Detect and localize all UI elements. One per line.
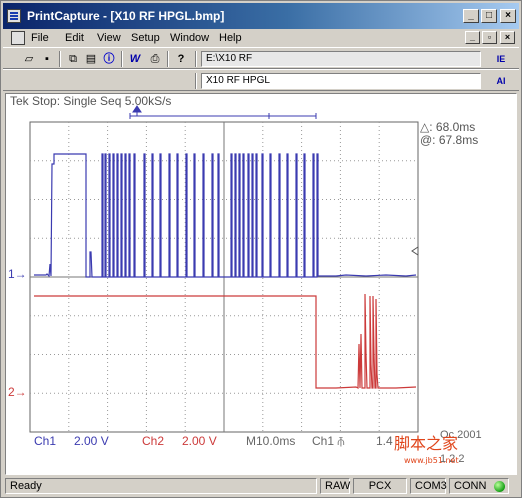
path-field[interactable]: E:\X10 RF — [201, 51, 481, 67]
status-connection: CONN — [449, 478, 509, 494]
toolbar-second-row: X10 RF HPGL AI — [3, 69, 519, 91]
status-connection-label: CONN — [454, 480, 487, 492]
copy-icon[interactable]: ⧉ — [65, 51, 81, 67]
menu-help[interactable]: Help — [219, 32, 242, 44]
status-ready: Ready — [5, 478, 317, 494]
channel-2-trace — [34, 293, 417, 389]
app-window: PrintCapture - [X10 RF HPGL.bmp] _ □ × F… — [0, 0, 522, 498]
cursor-delta-readout: △: 68.0ms — [420, 120, 475, 134]
info-icon[interactable]: ⓘ — [101, 51, 117, 67]
ch1-scale: 2.00 V — [74, 434, 109, 448]
menu-setup[interactable]: Setup — [131, 32, 160, 44]
status-bar: Ready RAW PCX COM3 CONN — [3, 477, 519, 497]
app-icon — [7, 9, 21, 23]
ie-icon[interactable]: IE — [493, 51, 509, 67]
help-icon[interactable]: ? — [173, 51, 189, 67]
toolbar-separator — [121, 51, 123, 67]
child-minimize-button[interactable]: _ — [465, 31, 480, 44]
channel-1-trace — [34, 153, 417, 278]
ai-icon[interactable]: AI — [493, 73, 509, 89]
connection-indicator-icon — [494, 481, 505, 492]
scope-icon[interactable]: W — [127, 51, 143, 67]
close-button[interactable]: × — [500, 9, 516, 23]
toolbar-separator — [167, 51, 169, 67]
scope-header: Tek Stop: Single Seq 5.00kS/s — [10, 94, 171, 108]
capture-view: Tek Stop: Single Seq 5.00kS/s 1→ 2→ △: 6… — [5, 93, 517, 475]
toolbar: ▱ ▪ ⧉ ▤ ⓘ W ⎙ ? E:\X10 RF IE — [3, 47, 519, 69]
trigger-level-readout: 1.4 — [376, 434, 393, 448]
timebase-readout: M10.0ms — [246, 434, 295, 448]
trigger-readout: Ch1 ⫚ — [312, 434, 344, 448]
child-close-button[interactable]: × — [500, 31, 515, 44]
status-pcx: PCX — [353, 478, 407, 494]
child-restore-button[interactable]: ▫ — [482, 31, 497, 44]
save-icon[interactable]: ▪ — [39, 51, 55, 67]
menu-view[interactable]: View — [97, 32, 121, 44]
toolbar-separator — [195, 73, 197, 89]
ch1-label: Ch1 — [34, 434, 56, 448]
maximize-button[interactable]: □ — [481, 9, 497, 23]
channel-2-marker: 2→ — [8, 385, 27, 399]
menu-bar: File Edit View Setup Window Help _ ▫ × — [3, 29, 519, 47]
capture-name-field[interactable]: X10 RF HPGL — [201, 73, 481, 89]
open-folder-icon[interactable]: ▱ — [21, 51, 37, 67]
watermark-text: 脚本之家 — [394, 434, 458, 453]
paste-icon[interactable]: ▤ — [83, 51, 99, 67]
status-com-port: COM3 — [410, 478, 447, 494]
title-bar: PrintCapture - [X10 RF HPGL.bmp] _ □ × — [3, 3, 519, 29]
watermark-url: www.jb51.net — [404, 456, 459, 465]
menu-edit[interactable]: Edit — [65, 32, 84, 44]
oscilloscope-capture: Tek Stop: Single Seq 5.00kS/s 1→ 2→ △: 6… — [8, 94, 482, 465]
menu-file[interactable]: File — [31, 32, 49, 44]
menu-window[interactable]: Window — [170, 32, 209, 44]
document-icon[interactable] — [11, 31, 25, 45]
window-title: PrintCapture - [X10 RF HPGL.bmp] — [27, 9, 225, 23]
status-raw: RAW — [320, 478, 350, 494]
toolbar-separator — [59, 51, 61, 67]
minimize-button[interactable]: _ — [463, 9, 479, 23]
cursor-position-readout: @: 67.8ms — [420, 133, 478, 147]
ch2-label: Ch2 — [142, 434, 164, 448]
print-icon[interactable]: ⎙ — [147, 51, 163, 67]
ch2-scale: 2.00 V — [182, 434, 217, 448]
trigger-level-arrow — [411, 246, 419, 256]
channel-1-marker: 1→ — [8, 267, 27, 281]
toolbar-separator — [195, 51, 197, 67]
